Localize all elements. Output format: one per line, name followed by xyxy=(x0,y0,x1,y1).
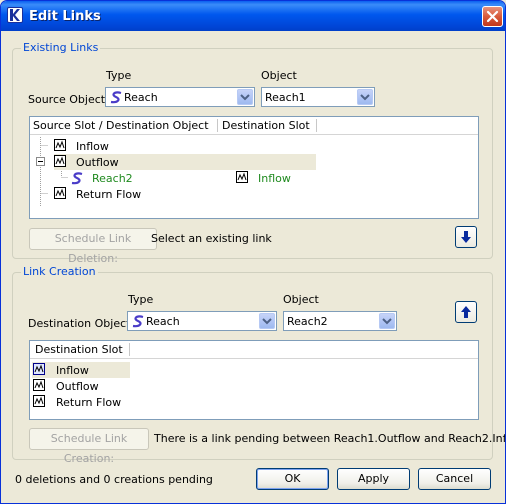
tree-header: Source Slot / Destination Object Destina… xyxy=(30,117,478,135)
ok-button[interactable]: OK xyxy=(256,468,329,490)
link-creation-status: There is a link pending between Reach1.O… xyxy=(154,432,506,445)
tree-row-label: Outflow xyxy=(76,156,119,169)
slot-series-icon xyxy=(54,155,66,167)
column-destination-slot[interactable]: Destination Slot xyxy=(222,119,310,132)
destination-object-value: Reach2 xyxy=(287,315,328,328)
chevron-down-icon[interactable] xyxy=(379,313,395,329)
existing-links-tree[interactable]: Source Slot / Destination Object Destina… xyxy=(29,116,479,219)
apply-button[interactable]: Apply xyxy=(337,468,410,490)
list-item-label: Outflow xyxy=(56,380,99,393)
source-object-label: Source Object: xyxy=(28,93,109,106)
link-creation-group: Link Creation Type Object Destination Ob… xyxy=(12,265,505,465)
tree-row-label: Return Flow xyxy=(76,188,142,201)
chevron-down-icon[interactable] xyxy=(237,89,253,105)
existing-links-legend: Existing Links xyxy=(21,41,101,54)
close-icon xyxy=(486,10,499,23)
tree-row-label: Reach2 xyxy=(92,172,133,185)
edit-links-dialog: Edit Links Existing Links Type Object So… xyxy=(0,0,506,504)
column-source-slot[interactable]: Source Slot / Destination Object xyxy=(33,119,209,132)
destination-type-value: Reach xyxy=(146,315,180,328)
destination-slot-value: Inflow xyxy=(258,172,291,185)
destination-slot-list[interactable]: Destination Slot Inflow Outflow Return F… xyxy=(29,340,479,420)
list-header: Destination Slot xyxy=(30,341,478,359)
slot-series-icon xyxy=(33,363,45,375)
type-label: Type xyxy=(128,293,154,306)
close-button[interactable] xyxy=(482,6,503,27)
schedule-link-creation-button[interactable]: Schedule Link Creation: xyxy=(29,428,149,465)
slot-series-icon xyxy=(33,379,45,391)
tree-row-label: Inflow xyxy=(76,140,109,153)
schedule-link-deletion-button[interactable]: Schedule Link Deletion: xyxy=(29,228,157,265)
type-label: Type xyxy=(106,69,132,82)
list-item[interactable]: Return Flow xyxy=(32,394,130,410)
chevron-down-icon[interactable] xyxy=(259,313,275,329)
window-title: Edit Links xyxy=(29,9,101,24)
cancel-button[interactable]: Cancel xyxy=(418,468,491,490)
source-object-select[interactable]: Reach1 xyxy=(261,87,375,107)
title-bar: Edit Links xyxy=(1,1,505,31)
slot-series-icon xyxy=(54,187,66,199)
column-destination-slot[interactable]: Destination Slot xyxy=(35,343,123,356)
list-item[interactable]: Inflow xyxy=(32,362,130,378)
tree-row[interactable]: Outflow xyxy=(54,154,316,170)
source-object-value: Reach1 xyxy=(265,91,306,104)
chevron-down-icon[interactable] xyxy=(357,89,373,105)
source-type-select[interactable]: Reach xyxy=(105,87,255,107)
slot-series-icon xyxy=(33,395,45,407)
destination-object-label: Destination Object: xyxy=(28,317,135,330)
slot-series-icon xyxy=(236,171,248,183)
existing-links-group: Existing Links Type Object Source Object… xyxy=(12,41,493,265)
existing-links-status: Select an existing link xyxy=(151,232,272,245)
tree-row[interactable]: Inflow xyxy=(54,138,224,154)
tree-row[interactable]: Return Flow xyxy=(54,186,224,202)
reach-icon xyxy=(110,91,122,104)
list-item[interactable]: Outflow xyxy=(32,378,130,394)
link-creation-legend: Link Creation xyxy=(21,265,98,278)
app-logo-icon xyxy=(7,7,23,23)
list-item-label: Inflow xyxy=(56,364,89,377)
arrow-down-icon xyxy=(461,231,471,243)
list-item-label: Return Flow xyxy=(56,396,122,409)
reach-icon xyxy=(132,315,144,328)
object-label: Object xyxy=(283,293,319,306)
source-type-value: Reach xyxy=(124,91,158,104)
destination-type-select[interactable]: Reach xyxy=(127,311,277,331)
destination-object-select[interactable]: Reach2 xyxy=(283,311,397,331)
arrow-up-icon xyxy=(461,306,471,318)
tree-row[interactable]: Reach2 Inflow xyxy=(70,170,310,186)
move-up-button[interactable] xyxy=(455,301,477,323)
slot-series-icon xyxy=(54,139,66,151)
pending-summary: 0 deletions and 0 creations pending xyxy=(15,473,213,486)
move-down-button[interactable] xyxy=(455,226,477,248)
reach-icon xyxy=(71,172,83,185)
object-label: Object xyxy=(261,69,297,82)
